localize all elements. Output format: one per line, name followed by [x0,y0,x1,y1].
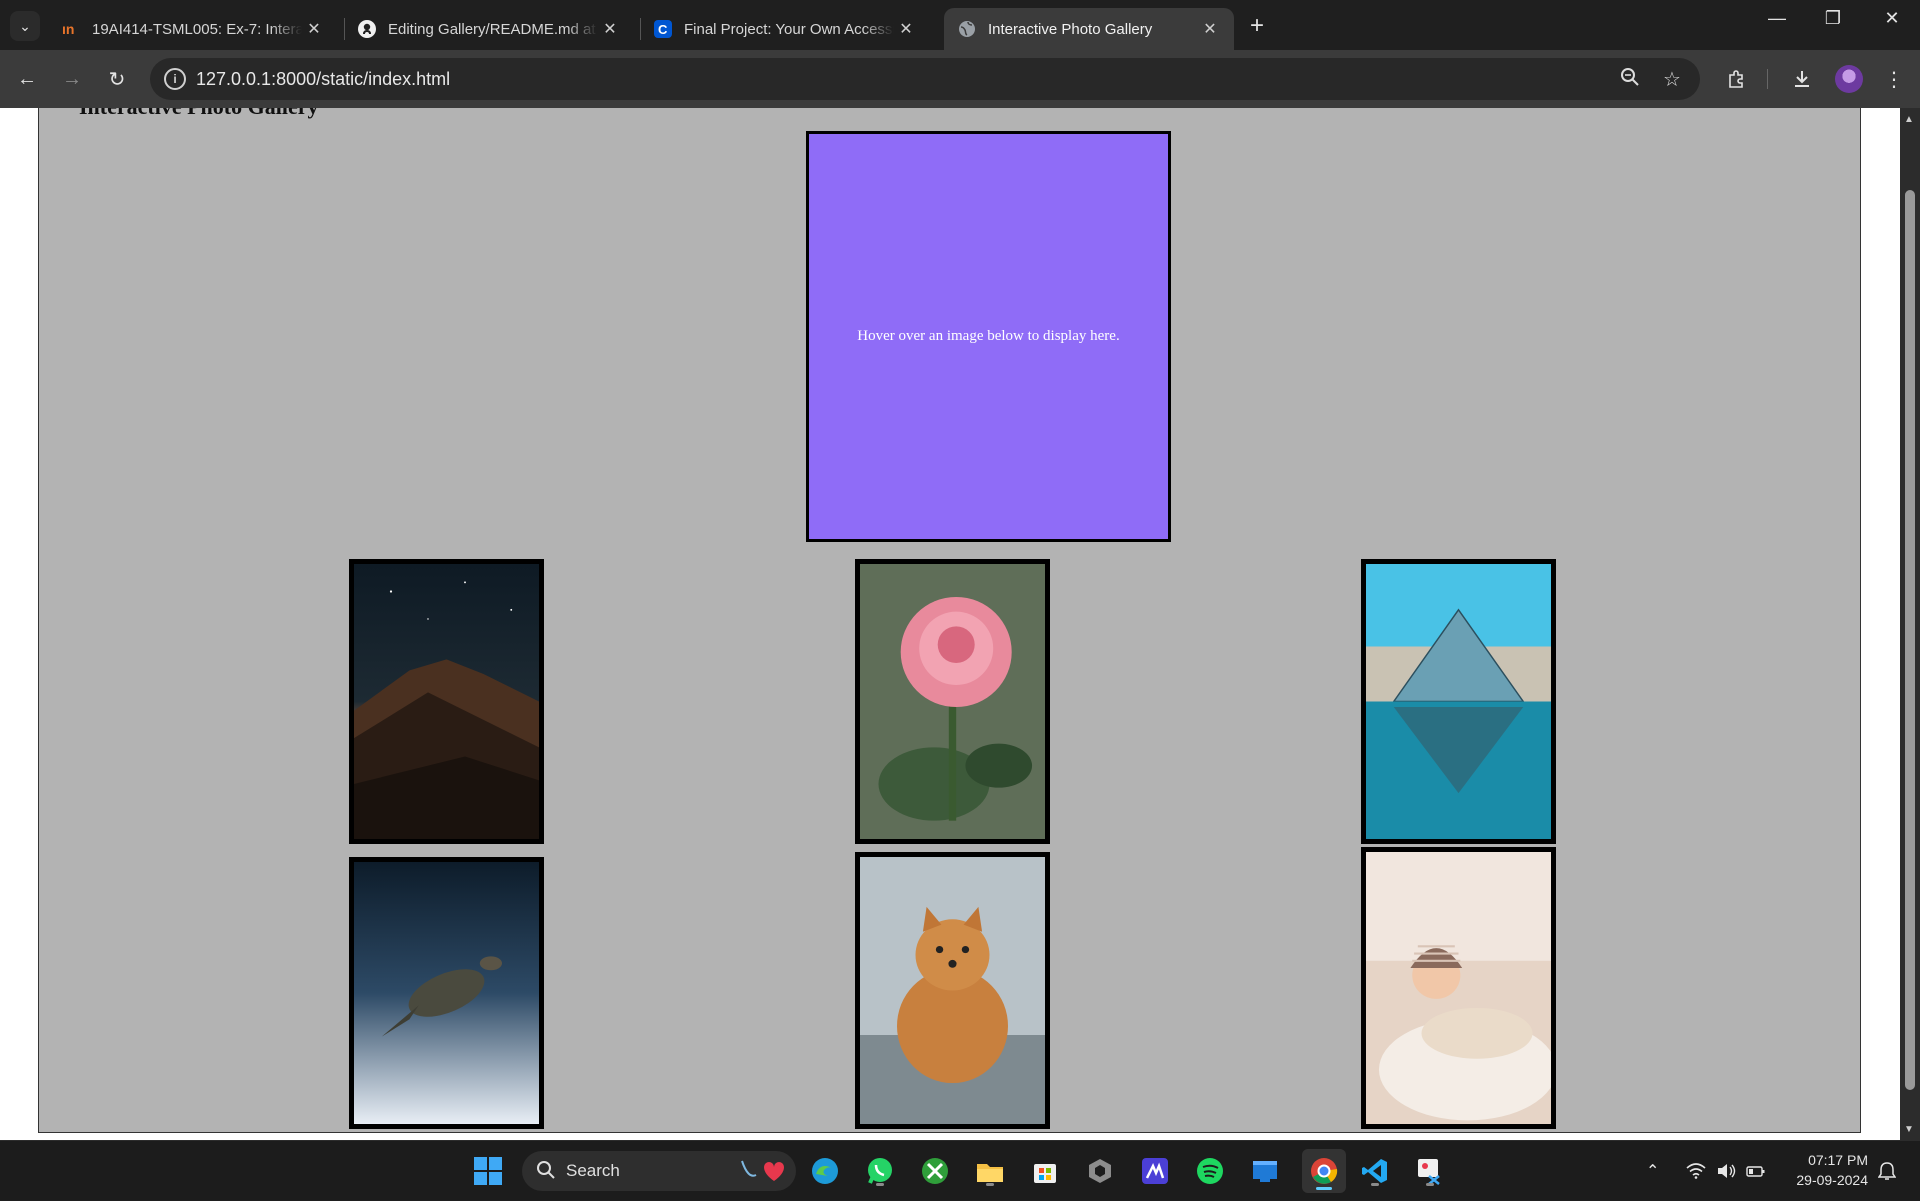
taskbar-search-label: Search [566,1161,620,1180]
tab-1-title: 19AI414-TSML005: Ex-7: Interactive [92,20,302,38]
mountain-night-photo[interactable] [349,559,544,844]
tab-search-chevron-icon[interactable]: ⌄ [10,11,40,41]
notification-bell-icon[interactable] [1878,1141,1896,1201]
tab-3-title: Final Project: Your Own Accessible [684,20,894,38]
image-display-area: Hover over an image below to display her… [806,131,1171,542]
browser-toolbar: ← → ↻ i 127.0.0.1:8000/static/index.html… [0,50,1920,108]
tab-3[interactable]: C Final Project: Your Own Accessible ✕ [640,8,930,50]
site-info-icon[interactable]: i [164,68,186,90]
zoom-icon[interactable] [1617,67,1643,93]
new-tab-plus-icon[interactable]: + [1244,12,1270,40]
minimize-icon[interactable]: — [1757,8,1797,29]
scroll-up-arrow-icon[interactable]: ▲ [1904,114,1914,125]
whatsapp-icon[interactable] [862,1153,898,1189]
instructure-icon: ın [62,20,80,38]
forward-arrow-icon[interactable]: → [57,64,87,94]
vscode-icon[interactable] [1357,1153,1393,1189]
tab-1[interactable]: ın 19AI414-TSML005: Ex-7: Interactive ✕ [48,8,338,50]
extensions-puzzle-icon[interactable] [1722,64,1752,94]
clock-date: 29-09-2024 [1796,1172,1868,1188]
address-bar[interactable]: i 127.0.0.1:8000/static/index.html ☆ [150,58,1700,100]
tab-2-title: Editing Gallery/README.md at main [388,20,598,38]
sea-turtle-photo[interactable] [349,857,544,1129]
display-instructions: Hover over an image below to display her… [857,328,1120,344]
svg-text:C: C [658,22,668,37]
taskbar-search-box[interactable]: Search [522,1151,796,1191]
close-tab-icon[interactable]: ✕ [896,19,916,39]
running-indicator [1426,1183,1434,1186]
tab-4-active[interactable]: Interactive Photo Gallery ✕ [944,8,1234,50]
windows-taskbar: Search ⌃ 07:17 PM 29-09-2024 [0,1140,1920,1200]
reload-icon[interactable]: ↻ [102,64,132,94]
globe-icon [958,20,976,38]
close-tab-icon[interactable]: ✕ [600,19,620,39]
file-explorer-icon[interactable] [972,1153,1008,1189]
microsoft-store-icon[interactable] [1027,1153,1063,1189]
snipping-tool-icon[interactable] [1412,1153,1448,1189]
github-icon [358,20,376,38]
gallery-page: Interactive Photo Gallery Hover over an … [38,108,1861,1133]
clock-time: 07:17 PM [1808,1152,1868,1168]
browser-tab-strip: ⌄ ın 19AI414-TSML005: Ex-7: Interactive … [0,0,1920,50]
pink-rose-photo[interactable] [855,559,1050,844]
more-menu-icon[interactable]: ⋮ [1879,64,1909,94]
windows-start-icon[interactable] [470,1153,506,1189]
running-indicator [986,1183,994,1186]
system-clock[interactable]: 07:17 PM 29-09-2024 [1784,1150,1868,1190]
close-window-icon[interactable]: ✕ [1872,8,1912,29]
running-indicator [1371,1183,1379,1186]
scroll-down-arrow-icon[interactable]: ▼ [1904,1124,1914,1135]
back-arrow-icon[interactable]: ← [12,64,42,94]
search-highlight-icon [738,1157,784,1190]
close-tab-icon[interactable]: ✕ [304,19,324,39]
profile-avatar[interactable] [1835,65,1863,93]
page-scrollbar[interactable]: ▲ ▼ [1900,108,1920,1140]
restore-icon[interactable]: ❐ [1813,8,1853,29]
xbox-icon[interactable] [917,1153,953,1189]
volume-icon[interactable] [1716,1141,1736,1201]
battery-icon[interactable] [1746,1141,1766,1201]
spotify-icon[interactable] [1192,1153,1228,1189]
show-hidden-icons-chevron-icon[interactable]: ⌃ [1646,1141,1659,1201]
toolbar-separator [1767,69,1768,89]
edge-browser-icon[interactable] [807,1153,843,1189]
coursera-icon: C [654,20,672,38]
scrollbar-thumb[interactable] [1905,190,1915,1090]
pomeranian-puppy-photo[interactable] [855,852,1050,1129]
tab-2[interactable]: Editing Gallery/README.md at main ✕ [344,8,634,50]
chrome-icon[interactable] [1302,1149,1346,1193]
running-indicator [876,1183,884,1186]
url-text[interactable]: 127.0.0.1:8000/static/index.html [196,69,450,90]
baby-photo[interactable] [1361,847,1557,1129]
app-icon[interactable] [1137,1153,1173,1189]
search-icon [536,1160,556,1185]
active-indicator [1316,1187,1332,1190]
unity-hub-icon[interactable] [1082,1153,1118,1189]
download-icon[interactable] [1787,64,1817,94]
tab-4-title: Interactive Photo Gallery [988,20,1153,38]
close-tab-icon[interactable]: ✕ [1200,19,1220,39]
page-viewport: Interactive Photo Gallery Hover over an … [0,108,1920,1140]
app-window-icon[interactable] [1247,1153,1283,1189]
page-title: Interactive Photo Gallery [79,108,319,120]
wifi-icon[interactable] [1686,1141,1706,1201]
svg-text:ın: ın [62,22,74,36]
louvre-pyramid-photo[interactable] [1361,559,1556,844]
bookmark-star-icon[interactable]: ☆ [1659,67,1685,92]
